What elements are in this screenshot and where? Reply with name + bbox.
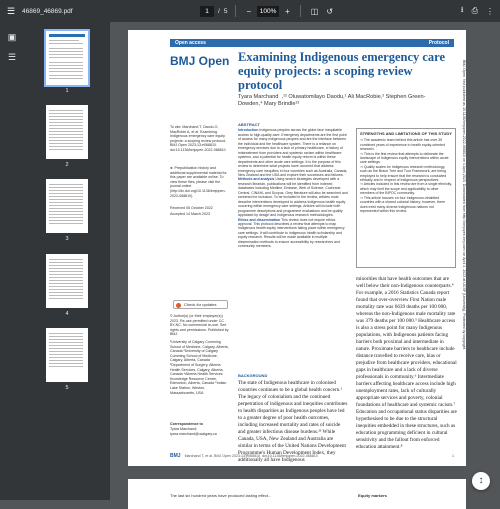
page2-text: The last six hundred years have produced… (170, 493, 310, 498)
fit-page-icon[interactable]: ◫ (309, 7, 321, 16)
correspondence-label: Correspondence to (170, 422, 230, 427)
zoom-fit-icon[interactable]: ↕ (472, 472, 490, 490)
minus-icon[interactable]: − (244, 7, 253, 16)
background-text-col2: minorities that have health outcomes tha… (356, 276, 458, 451)
footer-page-number: 1 (452, 454, 454, 458)
file-name: 46869_46869.pdf (22, 8, 73, 15)
methods-text: Using search strategies developed with a… (238, 177, 348, 217)
download-icon[interactable]: ⭳ (461, 4, 464, 18)
toolbar-center: 1 / 5 − 100% + ◫ ↺ (200, 0, 335, 22)
ethics-label: Ethics and dissemination (238, 218, 280, 222)
affiliations: ¹University of Calgary Cumming School of… (170, 340, 230, 395)
citation-note: To cite: Marchand T, Daodu O, MacRobie A… (170, 125, 230, 153)
thumbnail-panel: 1 2 3 4 5 (25, 22, 110, 500)
accepted-date: Accepted 14 March 2023 (170, 212, 230, 217)
strength-item: ⇒ The academic team behind this article … (360, 138, 452, 151)
ethics-text: This review does not require ethics appr… (238, 218, 345, 249)
abstract: ABSTRACT Introduction Indigenous peoples… (238, 123, 348, 249)
background-heading: BACKGROUND (238, 373, 267, 378)
thumbnail-page-4[interactable] (46, 254, 88, 308)
page2-box-heading: Equity markers (358, 493, 387, 498)
pdf-page-2: The last six hundred years have produced… (128, 479, 466, 509)
strength-item: ⇒ Articles included in this review are f… (360, 182, 452, 195)
divider (235, 5, 236, 17)
divider (300, 5, 301, 17)
strength-item: ⇒ This article focuses on four Indigenou… (360, 196, 452, 214)
outline-icon[interactable]: ☰ (6, 52, 18, 63)
methods-label: Methods and analysis (238, 177, 274, 181)
background-text-col1: The state of Indigenous healthcare in co… (238, 380, 348, 464)
open-access-label: Open access (175, 40, 206, 46)
total-pages: 5 (224, 8, 228, 15)
copyright-note: © Author(s) (or their employer(s)) 2023.… (170, 314, 230, 337)
thumbnail-number: 1 (46, 88, 88, 94)
thumbnail-number: 4 (46, 311, 88, 317)
download-stamp: BMJ Open: first published as 10.1136/bmj… (460, 60, 466, 460)
pdf-page-1: Open access Protocol BMJ Open Examining … (128, 30, 466, 466)
more-vert-icon[interactable]: ⋮ (486, 7, 494, 16)
thumbnail-page-2[interactable] (46, 105, 88, 159)
vertical-note: BMJ Open: first published as 10.1136/bmj… (462, 60, 466, 460)
thumbnail-page-3[interactable] (46, 179, 88, 233)
toolbar-right: ⭳ ⎙ ⋮ (461, 0, 494, 22)
strengths-heading: STRENGTHS AND LIMITATIONS OF THIS STUDY (360, 132, 452, 136)
print-icon[interactable]: ⎙ (472, 6, 478, 16)
strength-item: ⇒ Quality scales for Indigenous research… (360, 165, 452, 183)
page-separator: / (218, 8, 220, 15)
journal-logo: BMJ Open (170, 54, 229, 68)
strengths-limitations-box: STRENGTHS AND LIMITATIONS OF THIS STUDY … (356, 128, 456, 268)
page-footer: BMJ Marchand T, et al. BMJ Open 2023;13:… (170, 453, 454, 459)
intro-label: Introduction (238, 128, 258, 132)
menu-icon[interactable]: ☰ (0, 6, 22, 17)
thumbnail-number: 5 (46, 385, 88, 391)
footer-logo: BMJ (170, 453, 181, 459)
thumbnail-page-5[interactable] (46, 328, 88, 382)
check-updates-badge[interactable]: Check for updates (173, 300, 228, 309)
pdf-toolbar: ☰ 46869_46869.pdf 1 / 5 − 100% + ◫ ↺ ⭳ ⎙… (0, 0, 500, 22)
article-title: Examining Indigenous emergency care equi… (238, 50, 458, 92)
rotate-icon[interactable]: ↺ (324, 7, 335, 16)
thumbnail-number: 2 (46, 162, 88, 168)
article-type-label: Protocol (429, 40, 449, 46)
abstract-heading: ABSTRACT (238, 123, 348, 127)
author-list: Tyara Marchand ,¹² Oluwatomilayo Daodu,¹… (238, 94, 448, 108)
page-number-input[interactable]: 1 (200, 6, 214, 17)
zoom-input[interactable]: 100% (257, 6, 279, 17)
footer-citation: Marchand T, et al. BMJ Open 2023;13:e068… (185, 454, 318, 458)
received-date: Received 05 October 2022 (170, 206, 230, 211)
correspondence-email[interactable]: Tyara Marchand; tyara.marchand@ucalgary.… (170, 427, 230, 436)
plus-icon[interactable]: + (283, 7, 292, 16)
thumbnails-icon[interactable]: ▣ (6, 32, 18, 43)
open-access-banner: Open access Protocol (170, 39, 454, 47)
strength-item: ⇒ This is the first review that attempts… (360, 152, 452, 165)
thumbnail-page-1[interactable] (46, 31, 88, 85)
thumbnail-number: 3 (46, 236, 88, 242)
prepublication-note: ► Prepublication history and additional … (170, 166, 230, 198)
intro-text: Indigenous peoples across the globe face… (238, 128, 347, 177)
sidebar-rail: ▣ ☰ (0, 22, 25, 500)
